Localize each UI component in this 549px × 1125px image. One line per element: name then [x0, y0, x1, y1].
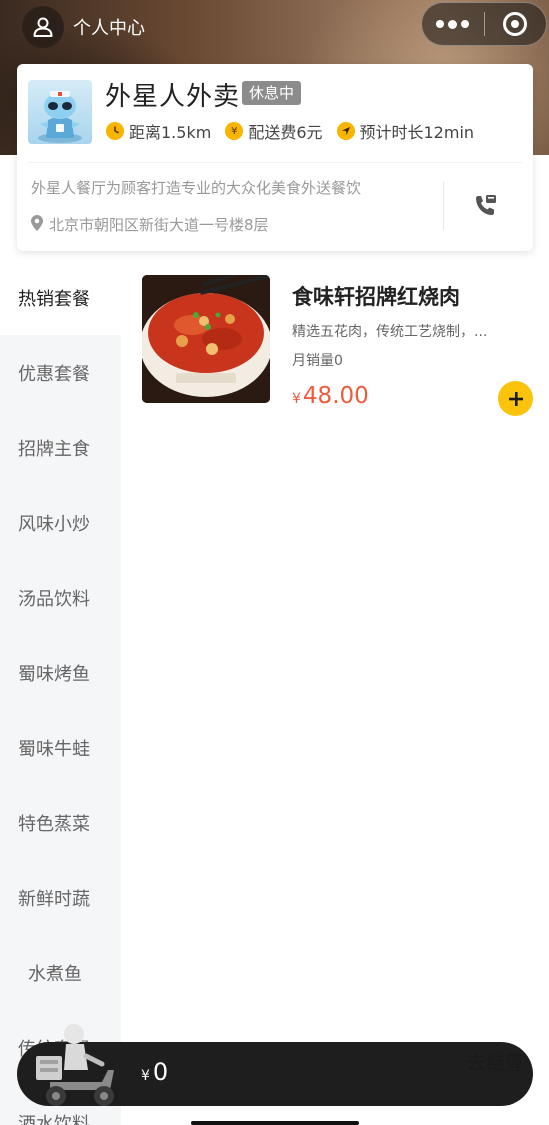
shop-info-card: 外星人外卖 休息中 距离1.5km ¥ 配送费6元 预计时长12min 外星人餐… [17, 64, 533, 251]
category-label: 蜀味牛蛙 [18, 738, 90, 760]
category-item[interactable]: 水煮鱼 [0, 935, 121, 1010]
yen-icon: ¥ [225, 122, 244, 140]
more-icon[interactable] [422, 2, 484, 46]
category-label: 热销套餐 [18, 288, 90, 310]
category-item[interactable]: 招牌主食 [0, 410, 121, 485]
delivery-fee-text: 配送费6元 [248, 123, 323, 142]
shop-metrics: 距离1.5km ¥ 配送费6元 预计时长12min [106, 119, 488, 143]
category-item[interactable]: 风味小炒 [0, 485, 121, 560]
category-sidebar: 热销套餐 优惠套餐 招牌主食 风味小炒 汤品饮料 蜀味烤鱼 蜀味牛蛙 特色蒸菜 … [0, 260, 121, 1125]
category-label: 优惠套餐 [18, 363, 90, 385]
mini-program-capsule [421, 2, 547, 46]
category-label: 风味小炒 [18, 513, 90, 535]
courier-scooter-icon [30, 1020, 122, 1112]
delivery-fee-metric: ¥ 配送费6元 [225, 119, 323, 143]
product-image [142, 275, 270, 403]
product-item[interactable]: 食味轩招牌红烧肉 精选五花肉，传统工艺烧制，... 月销量0 ¥ 48.00 [142, 275, 534, 416]
currency-symbol: ¥ [292, 391, 301, 407]
category-item[interactable]: 新鲜时蔬 [0, 860, 121, 935]
category-item[interactable]: 汤品饮料 [0, 560, 121, 635]
shop-description: 外星人餐厅为顾客打造专业的大众化美食外送餐饮 [31, 179, 362, 197]
category-label: 新鲜时蔬 [18, 888, 90, 910]
user-icon [22, 6, 64, 48]
category-item[interactable]: 蜀味牛蛙 [0, 710, 121, 785]
price-value: 48.00 [302, 383, 369, 409]
category-label: 汤品饮料 [18, 588, 90, 610]
address-text: 北京市朝阳区新街大道一号楼8层 [49, 216, 269, 234]
vertical-divider [443, 182, 444, 230]
product-price: ¥ 48.00 [292, 383, 369, 409]
checkout-button[interactable]: 去结算 [467, 1048, 524, 1075]
shop-name: 外星人外卖 [105, 82, 241, 112]
distance-text: 距离1.5km [129, 123, 212, 142]
profile-button[interactable]: 个人中心 [22, 6, 145, 48]
profile-label: 个人中心 [73, 18, 145, 39]
product-description: 精选五花肉，传统工艺烧制，... [292, 324, 488, 340]
category-item[interactable]: 特色蒸菜 [0, 785, 121, 860]
add-to-cart-button[interactable] [498, 381, 533, 416]
status-badge: 休息中 [242, 81, 302, 105]
eta-metric: 预计时长12min [336, 119, 475, 143]
cart-currency: ¥ [141, 1068, 150, 1084]
shop-logo [28, 80, 92, 144]
plus-icon [508, 391, 523, 406]
cart-total-value: 0 [152, 1058, 169, 1086]
card-divider [28, 162, 522, 163]
category-label: 蜀味烤鱼 [18, 663, 90, 685]
clock-icon [106, 122, 124, 140]
category-label: 特色蒸菜 [18, 813, 90, 835]
shop-address: 北京市朝阳区新街大道一号楼8层 [31, 214, 269, 235]
category-label: 水煮鱼 [28, 963, 82, 985]
cart-total: ¥ 0 [141, 1058, 168, 1086]
product-sales: 月销量0 [292, 353, 343, 369]
phone-icon[interactable] [469, 190, 501, 222]
category-item[interactable]: 蜀味烤鱼 [0, 635, 121, 710]
category-label: 招牌主食 [18, 438, 90, 460]
product-name: 食味轩招牌红烧肉 [292, 285, 460, 309]
location-pin-icon [31, 214, 43, 235]
distance-metric: 距离1.5km [106, 119, 211, 143]
category-item[interactable]: 热销套餐 [0, 260, 121, 335]
eta-text: 预计时长12min [359, 123, 475, 142]
home-indicator [191, 1121, 359, 1125]
navigation-icon [336, 122, 355, 140]
target-icon[interactable] [484, 2, 546, 46]
category-item[interactable]: 优惠套餐 [0, 335, 121, 410]
